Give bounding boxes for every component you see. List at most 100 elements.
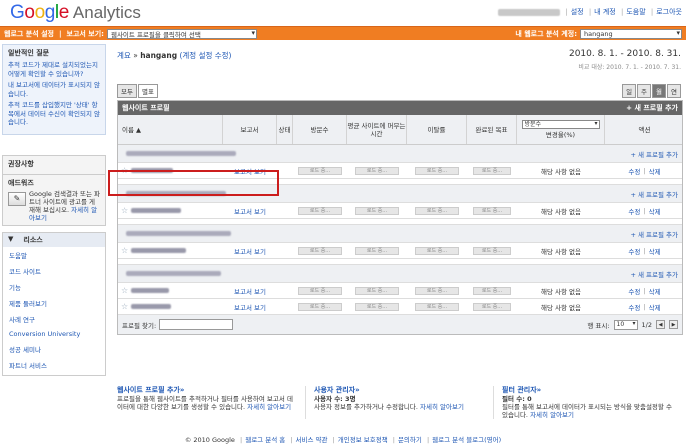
col-avg-time[interactable]: 평균 사이트에 머무는 시간 — [347, 115, 407, 144]
col-name[interactable]: 이름 ▲ — [118, 115, 223, 144]
delete-link[interactable]: 삭제 — [649, 166, 661, 176]
edit-link[interactable]: 수정 — [628, 206, 640, 216]
bounce-bar: 로드 중... — [415, 302, 459, 311]
view-all-button[interactable]: 모두 — [117, 84, 137, 98]
help-link[interactable]: 도움말 — [626, 8, 645, 16]
logo-google: Google — [10, 2, 69, 23]
account-row: + 새 프로필 추가 — [118, 185, 682, 203]
edit-link[interactable]: 수정 — [628, 302, 640, 312]
view-report-link[interactable]: 보고서 보기 — [223, 166, 277, 176]
view-report-link[interactable]: 보고서 보기 — [223, 206, 277, 216]
resource-help[interactable]: 도움말 — [3, 247, 105, 263]
account-name-redacted — [126, 151, 236, 156]
footer-link[interactable]: 개인정보 보호정책 — [338, 436, 388, 444]
view-report-link[interactable]: 보고서 보기 — [223, 286, 277, 296]
view-report-link[interactable]: 보고서 보기 — [223, 246, 277, 256]
prev-page-icon[interactable]: ◀ — [656, 320, 665, 329]
edit-account-settings-link[interactable]: (계정 설정 수정) — [179, 51, 231, 60]
col-change-label: 변경율(%) — [545, 131, 576, 139]
show-rows-select[interactable]: 10 — [613, 319, 638, 330]
star-icon[interactable]: ☆ — [121, 302, 128, 311]
profile-name-redacted[interactable] — [131, 288, 170, 293]
bounce-bar: 로드 중... — [415, 206, 459, 215]
footer-link[interactable]: 웹로그 분석 블로그(영어) — [432, 436, 501, 444]
resource-product-tour[interactable]: 제품 둘러보기 — [3, 295, 105, 311]
faq-item[interactable]: 추적 코드를 삽입했지만 '상태' 항목에서 데이터 수신이 확인되지 않습니다… — [8, 101, 100, 127]
star-icon[interactable]: ☆ — [121, 286, 128, 295]
profile-name-redacted[interactable] — [131, 304, 172, 309]
faq-item[interactable]: 추적 코드가 제대로 설치되었는지 어떻게 확인할 수 있습니까? — [8, 61, 100, 78]
edit-link[interactable]: 수정 — [628, 166, 640, 176]
user-email-redacted — [498, 8, 561, 16]
next-page-icon[interactable]: ▶ — [669, 320, 678, 329]
find-profile-input[interactable] — [159, 319, 234, 330]
profile-name-redacted[interactable] — [131, 168, 174, 173]
delete-link[interactable]: 삭제 — [649, 286, 661, 296]
resource-features[interactable]: 기능 — [3, 279, 105, 295]
footer-link[interactable]: 서비스 약관 — [296, 436, 328, 444]
profile-row: ☆ 보고서 보기 로드 중... 로드 중... 로드 중... 로드 중...… — [118, 163, 682, 179]
recommendation-box: 권장사항 — [2, 154, 106, 175]
col-goal[interactable]: 완료된 목표 — [467, 115, 517, 144]
add-profile-link[interactable]: + 새 프로필 추가 — [630, 189, 678, 199]
star-icon[interactable]: ☆ — [121, 246, 128, 255]
breadcrumb: 계요 » hangang (계정 설정 수정) — [117, 51, 232, 60]
resource-case-studies[interactable]: 사례 연구 — [3, 311, 105, 327]
promo-learn-more-link[interactable]: 자세히 알아보기 — [530, 411, 574, 419]
analytics-settings-link[interactable]: 웹로그 분석 설정 — [4, 29, 54, 39]
resource-conversion-university[interactable]: Conversion University — [3, 327, 105, 341]
view-starred-button[interactable]: 별표 — [137, 84, 158, 98]
edit-link[interactable]: 수정 — [628, 286, 640, 296]
filter-count: 필터 수: 0 — [502, 395, 532, 403]
promo-learn-more-link[interactable]: 자세히 알아보기 — [420, 403, 464, 411]
metric-select[interactable]: 방문수 — [521, 120, 600, 129]
top-links: | 설정 | 내 계정 | 도움말 | 로그아웃 — [498, 7, 682, 17]
profile-name-redacted[interactable] — [131, 208, 182, 213]
resource-partners[interactable]: 파트너 서비스 — [3, 357, 105, 373]
settings-link[interactable]: 설정 — [571, 8, 584, 16]
goal-bar: 로드 중... — [473, 286, 511, 295]
promo-title[interactable]: 사용자 관리자» — [314, 386, 485, 394]
breadcrumb-home[interactable]: 계요 — [117, 51, 131, 60]
period-month-button[interactable]: 월 — [652, 84, 667, 98]
google-analytics-logo[interactable]: Google Analytics — [10, 2, 141, 24]
promo-learn-more-link[interactable]: 자세히 알아보기 — [247, 403, 291, 411]
profile-row: ☆ 보고서 보기 로드 중... 로드 중... 로드 중... 로드 중...… — [118, 299, 682, 315]
my-accounts-select[interactable]: hangang — [580, 28, 682, 39]
resource-code-site[interactable]: 코드 사이트 — [3, 263, 105, 279]
add-profile-link[interactable]: + 새 프로필 추가 — [630, 149, 678, 159]
goal-bar: 로드 중... — [473, 206, 511, 215]
star-icon[interactable]: ☆ — [121, 206, 128, 215]
faq-item[interactable]: 내 보고서에 데이터가 표시되지 않습니다. — [8, 81, 100, 98]
period-week-button[interactable]: 주 — [637, 84, 652, 98]
profile-name-redacted[interactable] — [131, 248, 187, 253]
period-year-button[interactable]: 연 — [667, 84, 681, 98]
view-reports-select[interactable]: 웹사이트 프로필을 클릭하여 선택 — [106, 28, 257, 39]
delete-link[interactable]: 삭제 — [649, 246, 661, 256]
footer-link[interactable]: 문의하기 — [398, 436, 422, 444]
promo-title[interactable]: 필터 관리자» — [502, 386, 673, 394]
avg-time-bar: 로드 중... — [355, 302, 399, 311]
logo-analytics: Analytics — [72, 3, 141, 22]
breadcrumb-account: hangang — [140, 51, 178, 60]
delete-link[interactable]: 삭제 — [649, 302, 661, 312]
promo-title[interactable]: 웹사이트 프로필 추가» — [117, 386, 297, 394]
col-bounce[interactable]: 이탈률 — [407, 115, 467, 144]
footer-link[interactable]: 웹로그 분석 홈 — [245, 436, 285, 444]
my-account-link[interactable]: 내 계정 — [594, 8, 616, 16]
period-day-button[interactable]: 일 — [622, 84, 637, 98]
edit-link[interactable]: 수정 — [628, 246, 640, 256]
logout-link[interactable]: 로그아웃 — [656, 8, 682, 16]
add-profile-link[interactable]: + 새 프로필 추가 — [630, 229, 678, 239]
goal-bar: 로드 중... — [473, 166, 511, 175]
add-profile-link[interactable]: + 새 프로필 추가 — [630, 269, 678, 279]
view-report-link[interactable]: 보고서 보기 — [223, 302, 277, 312]
add-profile-link[interactable]: + 새 프로필 추가 — [626, 103, 678, 113]
date-range[interactable]: 2010. 8. 1. - 2010. 8. 31. — [569, 49, 681, 59]
collapse-arrow-icon[interactable]: ▼ — [8, 235, 13, 245]
bounce-bar: 로드 중... — [415, 246, 459, 255]
col-visits[interactable]: 방문수 — [293, 115, 347, 144]
star-icon[interactable]: ☆ — [121, 166, 128, 175]
delete-link[interactable]: 삭제 — [649, 206, 661, 216]
resource-seminars[interactable]: 성공 세미나 — [3, 341, 105, 357]
